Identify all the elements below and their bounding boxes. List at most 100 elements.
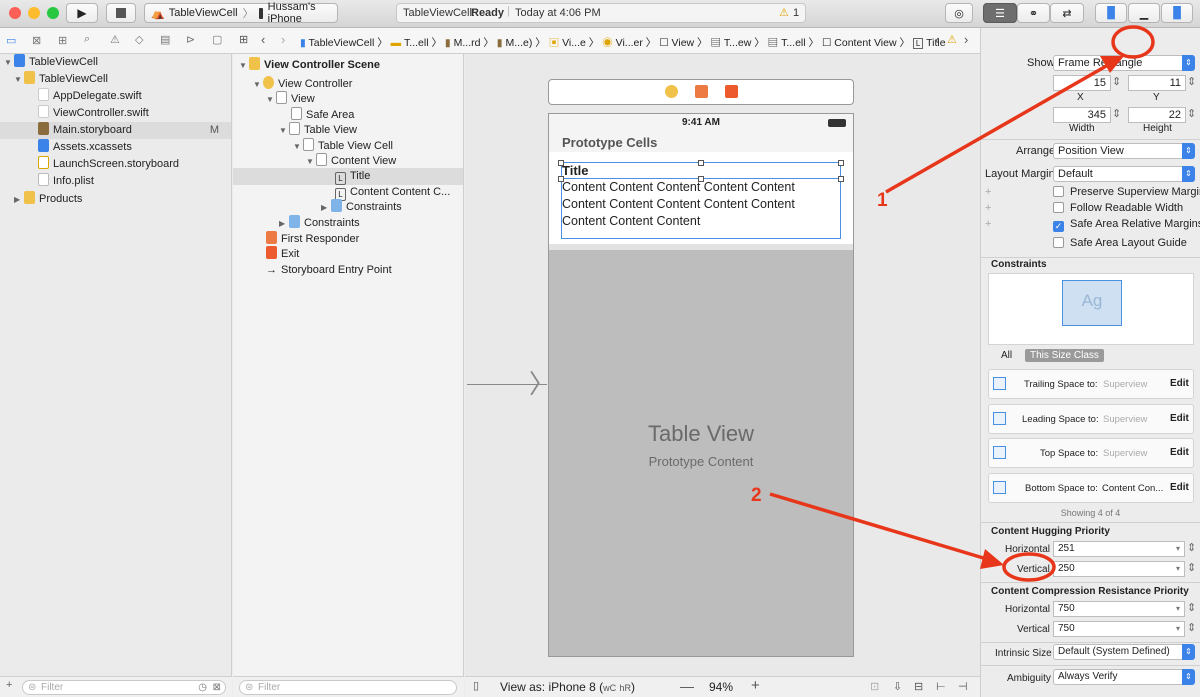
constraint-item[interactable]: Trailing Space to: Superview Edit	[988, 369, 1194, 399]
zoom-window-button[interactable]	[47, 7, 59, 19]
jump-item[interactable]: TableViewCell	[309, 37, 375, 49]
list-item-selected[interactable]: Main.storyboard M	[0, 122, 231, 139]
tab-all[interactable]: All	[1001, 350, 1012, 361]
follow-readable-width-checkbox[interactable]: Follow Readable Width	[1053, 202, 1183, 214]
outline-filter-input[interactable]: ⊜ Filter	[239, 680, 457, 695]
jump-path[interactable]: ▮ TableViewCell 〉 ▬ T...ell 〉 ▮ M...rd 〉…	[300, 35, 946, 50]
issue-navigator-icon[interactable]: ⚠	[110, 33, 120, 46]
list-item[interactable]: Assets.xcassets	[38, 139, 132, 156]
search-icon[interactable]: ⌕	[84, 33, 90, 46]
jump-item[interactable]: Vi...e	[562, 37, 586, 49]
navigator-toggle[interactable]: ▐▌	[1095, 3, 1127, 23]
test-navigator-icon[interactable]: ◇	[135, 33, 143, 46]
intrinsic-size-popup[interactable]: Default (System Defined) ⇕	[1053, 644, 1195, 660]
source-control-filter-icon[interactable]: ⊠	[213, 681, 221, 694]
update-frames-icon[interactable]: ⊡	[870, 680, 879, 693]
recent-files-icon[interactable]: ◷	[198, 681, 207, 694]
jump-item[interactable]: T...ell	[404, 37, 429, 49]
jump-item[interactable]: View	[672, 37, 695, 49]
edit-button[interactable]: Edit	[1170, 482, 1189, 493]
minimize-window-button[interactable]	[28, 7, 40, 19]
jump-item[interactable]: M...rd	[454, 37, 481, 49]
resize-handle[interactable]	[698, 160, 704, 166]
list-item[interactable]: ▼ TableViewCell	[4, 54, 98, 71]
jump-item[interactable]: Vi...er	[616, 37, 643, 49]
preserve-superview-margins-checkbox[interactable]: Preserve Superview Margins	[1053, 186, 1200, 198]
debug-navigator-icon[interactable]: ▤	[160, 33, 170, 46]
width-stepper-icon[interactable]: ⇕	[1112, 107, 1121, 120]
add-variation-icon[interactable]: +	[985, 218, 991, 230]
hugging-vertical-stepper-icon[interactable]: ⇕	[1187, 561, 1196, 574]
align-icon[interactable]: ⊟	[914, 680, 923, 693]
arrange-popup[interactable]: Position View ⇕	[1053, 143, 1195, 159]
resize-handle[interactable]	[838, 160, 844, 166]
first-responder-icon[interactable]	[695, 85, 708, 98]
warning-icon[interactable]: ⚠	[779, 6, 789, 19]
navigator-filter-input[interactable]: ⊜ Filter ◷ ⊠	[22, 680, 226, 695]
related-items-icon[interactable]: ⊞	[239, 33, 248, 46]
zoom-out-button[interactable]: —	[680, 678, 694, 694]
resize-handle[interactable]	[558, 176, 564, 182]
list-item[interactable]: AppDelegate.swift	[38, 88, 142, 105]
jump-item[interactable]: Content View	[834, 37, 896, 49]
exit-icon[interactable]	[725, 85, 738, 98]
compression-horizontal-stepper-icon[interactable]: ⇕	[1187, 601, 1196, 614]
assistant-editor-button[interactable]: ⚭	[1017, 3, 1050, 23]
add-icon[interactable]: +	[6, 679, 12, 691]
hugging-horizontal-stepper-icon[interactable]: ⇕	[1187, 541, 1196, 554]
x-stepper-icon[interactable]: ⇕	[1112, 75, 1121, 88]
width-field[interactable]: 345	[1053, 107, 1111, 123]
outline-item[interactable]: ▼ Table View	[279, 122, 357, 139]
hugging-vertical-field[interactable]: 250 ▾	[1053, 561, 1185, 577]
edit-button[interactable]: Edit	[1170, 378, 1189, 389]
constraint-item[interactable]: Top Space to: Superview Edit	[988, 438, 1194, 468]
compression-vertical-stepper-icon[interactable]: ⇕	[1187, 621, 1196, 634]
source-control-icon[interactable]: ⊠	[32, 34, 41, 47]
add-variation-icon[interactable]: +	[985, 186, 991, 198]
add-variation-icon[interactable]: +	[985, 202, 991, 214]
back-button[interactable]: ‹	[261, 32, 265, 47]
compression-vertical-field[interactable]: 750 ▾	[1053, 621, 1185, 637]
scheme-selector[interactable]: ⛺ TableViewCell 〉 Hussam's iPhone	[144, 1, 338, 25]
edit-button[interactable]: Edit	[1170, 447, 1189, 458]
height-stepper-icon[interactable]: ⇕	[1187, 107, 1196, 120]
embed-in-icon[interactable]: ⇩	[893, 680, 902, 693]
hugging-horizontal-field[interactable]: 251 ▾	[1053, 541, 1185, 557]
issue-warning-icon[interactable]: ⚠	[947, 33, 957, 46]
resize-handle[interactable]	[558, 160, 564, 166]
debug-area-toggle[interactable]: ▁	[1128, 3, 1160, 23]
y-stepper-icon[interactable]: ⇕	[1187, 75, 1196, 88]
resize-handle[interactable]	[838, 176, 844, 182]
storyboard-canvas[interactable]: 〉 9:41 AM Prototype Cells Title Content …	[465, 54, 980, 676]
prototype-cell[interactable]: Title Content Content Content Content Co…	[549, 152, 853, 244]
y-field[interactable]: 11	[1128, 75, 1186, 91]
jump-item[interactable]: M...e)	[506, 37, 533, 49]
content-label[interactable]: Content Content Content Content Content …	[561, 179, 841, 239]
view-controller-icon[interactable]	[665, 85, 678, 98]
list-item[interactable]: LaunchScreen.storyboard	[38, 156, 179, 173]
jump-item[interactable]: T...ell	[781, 37, 806, 49]
outline-toggle-icon[interactable]: ▯	[473, 679, 479, 692]
utilities-toggle[interactable]: ▐▌	[1161, 3, 1193, 23]
zoom-in-button[interactable]: +	[751, 677, 760, 694]
list-item[interactable]: ▼ TableViewCell	[14, 71, 108, 88]
standard-editor-button[interactable]: ☰	[983, 3, 1017, 23]
layout-margins-popup[interactable]: Default ⇕	[1053, 166, 1195, 182]
next-issue-button[interactable]: ›	[964, 32, 968, 47]
previous-issue-button[interactable]: ‹	[935, 32, 939, 47]
list-item[interactable]: Info.plist	[38, 173, 94, 190]
outline-item[interactable]: ▼ View Controller Scene	[239, 57, 380, 74]
outline-item[interactable]: → Storyboard Entry Point	[266, 262, 392, 279]
x-field[interactable]: 15	[1053, 75, 1111, 91]
close-window-button[interactable]	[9, 7, 21, 19]
stop-button[interactable]	[106, 3, 136, 23]
jump-item[interactable]: T...ew	[724, 37, 751, 49]
symbol-navigator-icon[interactable]: ⊞	[58, 34, 67, 47]
outline-item[interactable]: ▶ Constraints	[279, 215, 360, 232]
library-button[interactable]: ◎	[945, 3, 973, 23]
edit-button[interactable]: Edit	[1170, 413, 1189, 424]
list-item[interactable]: ▶ Products	[14, 191, 82, 208]
add-constraints-icon[interactable]: ⊢	[936, 680, 946, 693]
constraint-item[interactable]: Leading Space to: Superview Edit	[988, 404, 1194, 434]
resolve-issues-icon[interactable]: ⊣	[958, 680, 968, 693]
